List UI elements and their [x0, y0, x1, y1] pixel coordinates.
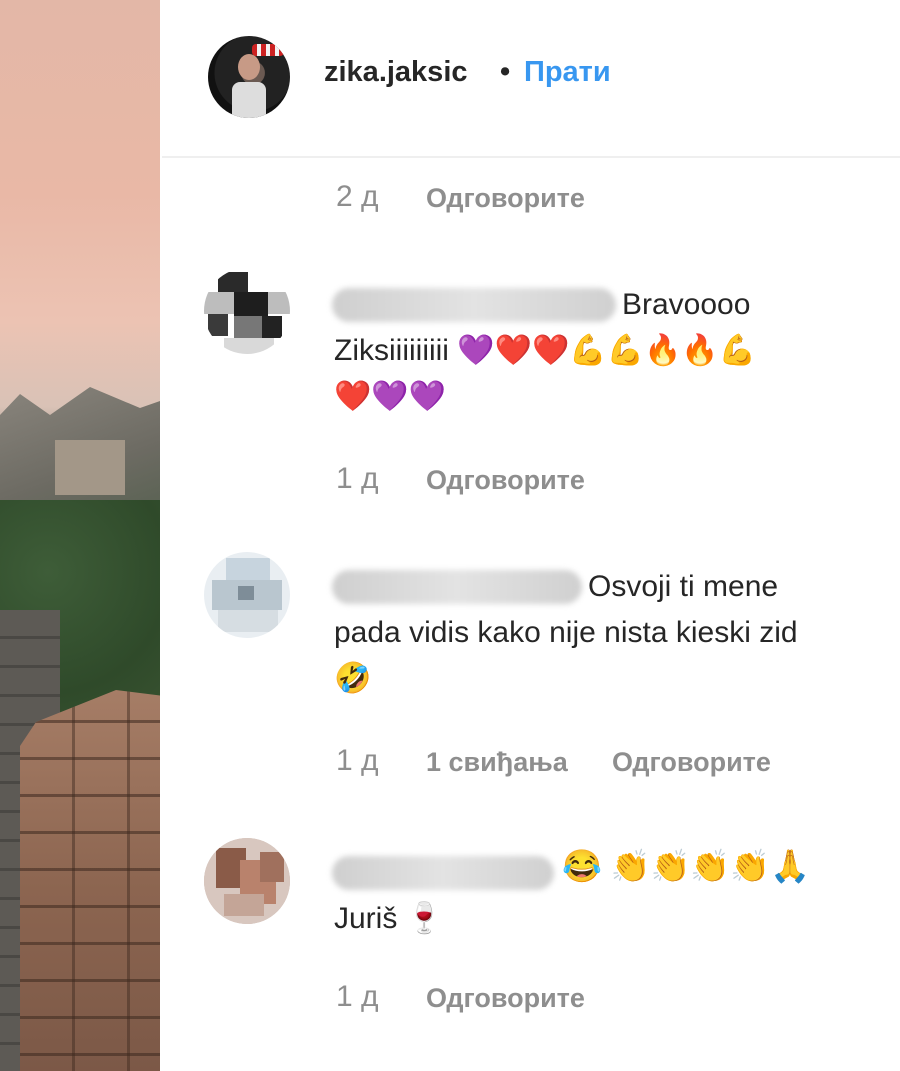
blurred-username [332, 570, 582, 604]
post-header: zika.jaksic • Прати [162, 0, 900, 158]
reply-button[interactable]: Одговорите [426, 983, 585, 1014]
owner-avatar[interactable] [208, 36, 290, 118]
comment-time: 1 д [336, 744, 379, 777]
comment-time: 1 д [336, 980, 379, 1013]
photo-great-wall [20, 690, 160, 1071]
owner-username[interactable]: zika.jaksic [324, 56, 468, 89]
comment-text-line: Bravoooo [622, 288, 751, 321]
comment-text-line: pada vidis kako nije nista kieski zid [334, 616, 798, 649]
follow-button[interactable]: Прати [524, 56, 611, 89]
post-photo [0, 0, 160, 1071]
comment-text-line: Osvoji ti mene [588, 570, 779, 603]
reply-button[interactable]: Одговорите [426, 183, 585, 214]
commenter-avatar[interactable] [204, 838, 290, 924]
blurred-username [332, 856, 554, 890]
reply-button[interactable]: Одговорите [426, 465, 585, 496]
comment-text-line: Juriš 🍷 [334, 902, 444, 935]
comment-text-line: 🤣 [334, 662, 372, 695]
commenter-avatar[interactable] [204, 552, 290, 638]
comment-text-line: Ziksiiiiiiiii 💜❤️❤️💪💪🔥🔥💪 [334, 334, 757, 367]
photo-watchtower [55, 440, 125, 495]
reply-button[interactable]: Одговорите [612, 747, 771, 778]
commenter-avatar[interactable] [204, 268, 290, 354]
comment-time: 2 д [336, 180, 379, 213]
comment-time: 1 д [336, 462, 379, 495]
separator-dot: • [500, 56, 511, 88]
comment-text-line: 😂 👏👏👏👏🙏 [562, 848, 810, 884]
comment-text-line: ❤️💜💜 [334, 380, 447, 413]
blurred-username [332, 288, 616, 322]
likes-count-button[interactable]: 1 свиђања [426, 747, 568, 778]
